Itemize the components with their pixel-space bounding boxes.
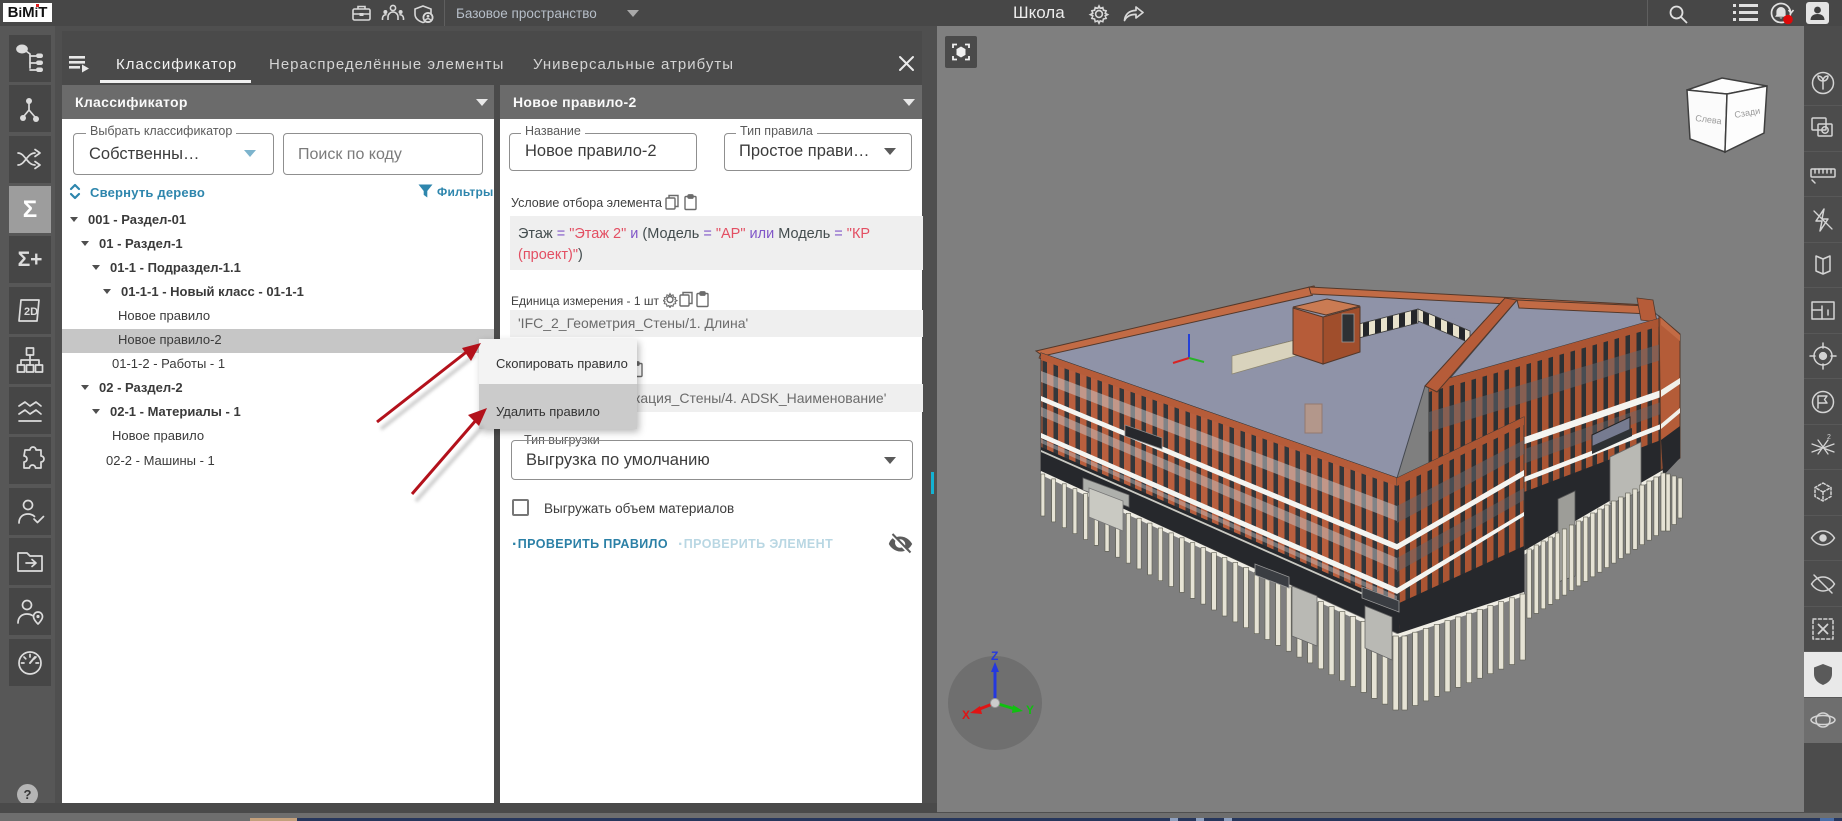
svg-text:X: X	[962, 708, 970, 722]
svg-text:2: 2	[1827, 434, 1831, 441]
svg-text:Y: Y	[1026, 703, 1034, 717]
svg-text:2D: 2D	[24, 306, 38, 318]
svg-text:Z: Z	[991, 649, 998, 663]
